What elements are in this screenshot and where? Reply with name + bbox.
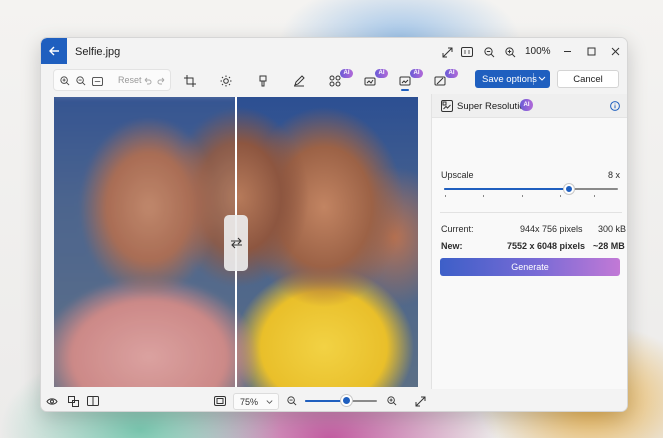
save-options-label: Save options (482, 73, 537, 85)
restyle-icon[interactable]: AI (432, 69, 458, 89)
compare-handle[interactable] (224, 215, 248, 271)
chevron-down-icon[interactable] (537, 73, 547, 83)
upscale-slider-fill (444, 188, 570, 190)
cancel-button[interactable]: Cancel (557, 70, 619, 88)
slider-tick (594, 195, 595, 197)
photo-canvas[interactable] (54, 97, 418, 387)
eye-icon[interactable] (45, 394, 59, 408)
slider-tick (560, 195, 561, 197)
upscale-slider-thumb[interactable] (564, 184, 575, 194)
file-name: Selfie.jpg (75, 46, 121, 58)
undo-icon[interactable] (140, 74, 154, 88)
generative-fill-icon[interactable]: AI (362, 69, 388, 89)
arrow-left-icon (49, 46, 59, 56)
upscale-value: 8 x (608, 170, 621, 180)
chevron-down-icon (266, 400, 273, 404)
save-options-button[interactable]: Save options (475, 70, 550, 88)
current-file-size: 300 kB (598, 224, 627, 234)
actual-size-icon[interactable] (459, 44, 475, 60)
photos-app-window: Selfie.jpg 100% Reset AI AI AI AI Save o… (40, 37, 628, 412)
super-resolution-icon (441, 100, 453, 112)
swap-arrows-icon (230, 237, 242, 249)
zoom-select-value: 75% (240, 396, 259, 407)
zoom-out-icon[interactable] (285, 394, 299, 408)
ai-badge: AI (520, 99, 533, 111)
background-blur-icon[interactable]: AI (327, 69, 353, 89)
view-tool-group: Reset (53, 69, 171, 91)
slider-tick (522, 195, 523, 197)
redo-icon[interactable] (154, 74, 168, 88)
active-tool-indicator (401, 89, 409, 91)
current-dimensions: 944x 756 pixels (520, 224, 583, 234)
maximize-icon (587, 47, 595, 55)
fullscreen-icon[interactable] (413, 394, 427, 408)
info-icon[interactable] (610, 101, 620, 111)
original-preview-half (54, 97, 235, 387)
panel-header: Super Resolution AI (432, 94, 627, 118)
slider-tick (483, 195, 484, 197)
ai-badge: AI (375, 69, 388, 78)
fit-screen-icon[interactable] (213, 394, 227, 408)
title-bar: Selfie.jpg 100% (41, 38, 627, 66)
close-icon (611, 47, 619, 55)
ai-badge: AI (445, 69, 458, 78)
markup-icon[interactable] (291, 73, 307, 89)
generate-button[interactable]: Generate (440, 258, 620, 276)
reset-button[interactable]: Reset (118, 75, 142, 85)
divider (440, 212, 622, 213)
ai-badge: AI (410, 69, 423, 78)
minimize-button[interactable] (559, 43, 575, 59)
ai-badge: AI (340, 69, 353, 78)
current-label: Current: (441, 224, 474, 234)
back-button[interactable] (41, 38, 67, 64)
slider-tick (445, 195, 446, 197)
maximize-button[interactable] (583, 43, 599, 59)
zoom-in-icon[interactable] (502, 44, 518, 60)
bottom-bar: 75% (41, 390, 627, 411)
new-label: New: (441, 241, 463, 251)
zoom-level: 100% (525, 46, 551, 57)
zoom-in-icon[interactable] (58, 74, 72, 88)
upscale-label: Upscale (441, 170, 474, 180)
new-dimensions: 7552 x 6048 pixels (507, 241, 586, 251)
zoom-out-icon[interactable] (74, 74, 88, 88)
super-resolution-icon[interactable]: AI (397, 69, 423, 89)
zoom-in-icon[interactable] (385, 394, 399, 408)
erase-icon[interactable] (255, 73, 271, 89)
split-divider (533, 73, 534, 85)
zoom-out-icon[interactable] (481, 44, 497, 60)
zoom-select[interactable]: 75% (233, 393, 279, 410)
close-button[interactable] (607, 43, 623, 59)
minimize-icon (563, 50, 571, 52)
super-resolution-panel: Super Resolution AI Upscale 8 x Current:… (431, 94, 627, 389)
compare-layers-icon[interactable] (66, 394, 80, 408)
split-view-icon[interactable] (86, 394, 100, 408)
new-file-size: ~28 MB (593, 241, 625, 251)
fit-to-window-icon[interactable] (90, 74, 104, 88)
zoom-slider-thumb[interactable] (341, 395, 353, 406)
panel-title: Super Resolution (457, 101, 530, 112)
brightness-icon[interactable] (218, 73, 234, 89)
expand-icon[interactable] (439, 44, 455, 60)
crop-icon[interactable] (182, 73, 198, 89)
